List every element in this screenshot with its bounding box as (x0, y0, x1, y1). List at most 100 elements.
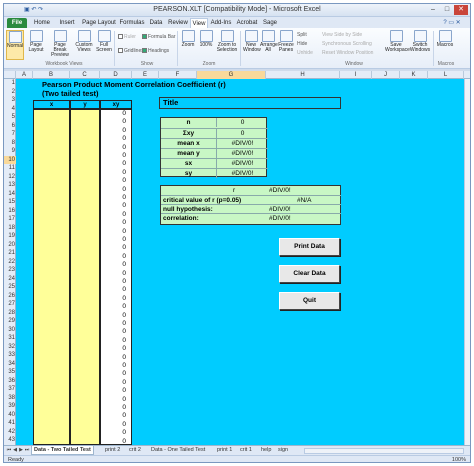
row-header[interactable]: 29 (4, 317, 16, 326)
column-header[interactable]: B (33, 71, 70, 79)
row-header[interactable]: 31 (4, 334, 16, 343)
row-header[interactable]: 28 (4, 309, 16, 318)
row-header[interactable]: 36 (4, 377, 16, 386)
maximize-button[interactable]: □ (440, 5, 454, 15)
sheet-tab-crit-2[interactable]: crit 2 (127, 446, 143, 455)
sheet-tab-crit-1[interactable]: crit 1 (238, 446, 254, 455)
tab-view[interactable]: View (190, 18, 208, 28)
title-box[interactable]: Title (159, 97, 341, 109)
custom-views-button[interactable]: Custom Views (74, 30, 94, 60)
row-header[interactable]: 35 (4, 368, 16, 377)
row-header[interactable]: 24 (4, 275, 16, 284)
arrange-all-button[interactable]: Arrange All (260, 30, 278, 60)
tab-sage[interactable]: Sage (262, 18, 278, 28)
row-header[interactable]: 11 (4, 164, 16, 173)
row-header[interactable]: 42 (4, 428, 16, 437)
tab-home[interactable]: Home (31, 18, 53, 28)
x-input-column[interactable] (33, 109, 70, 445)
close-button[interactable]: ✕ (454, 5, 468, 15)
row-header[interactable]: 18 (4, 224, 16, 233)
tab-file[interactable]: File (7, 18, 27, 28)
save-workspace-button[interactable]: Save Workspace (385, 30, 410, 60)
sheet-tab-data-one-tailed[interactable]: Data - One Tailed Test (149, 446, 207, 455)
synchronous-scrolling-button[interactable]: Synchronous Scrolling (322, 41, 372, 47)
row-header[interactable]: 1 (4, 79, 16, 88)
zoom-100-button[interactable]: 100% (198, 30, 214, 60)
column-header[interactable]: H (266, 71, 340, 79)
last-sheet-icon[interactable]: ⏭ (24, 447, 30, 454)
row-header[interactable]: 16 (4, 207, 16, 216)
zoom-button[interactable]: Zoom (180, 30, 196, 60)
row-header[interactable]: 7 (4, 130, 16, 139)
row-header[interactable]: 39 (4, 402, 16, 411)
tab-data[interactable]: Data (147, 18, 165, 28)
hide-button[interactable]: Hide (297, 41, 307, 47)
row-header[interactable]: 26 (4, 292, 16, 301)
page-break-preview-button[interactable]: Page Break Preview (47, 30, 73, 60)
select-all-corner[interactable] (4, 71, 16, 79)
gridlines-checkbox[interactable]: Gridlines (118, 48, 144, 54)
column-header[interactable]: G (197, 71, 266, 79)
row-header[interactable]: 37 (4, 385, 16, 394)
row-header[interactable]: 23 (4, 266, 16, 275)
freeze-panes-button[interactable]: Freeze Panes (277, 30, 295, 60)
sheet-tab-print-2[interactable]: print 2 (103, 446, 122, 455)
column-header[interactable]: L (428, 71, 464, 79)
macros-button[interactable]: Macros (436, 30, 454, 60)
zoom-to-selection-button[interactable]: Zoom to Selection (215, 30, 239, 60)
ruler-checkbox[interactable]: Ruler (118, 34, 136, 40)
row-header[interactable]: 25 (4, 283, 16, 292)
headings-checkbox[interactable]: Headings (142, 48, 169, 54)
view-side-by-side-button[interactable]: View Side by Side (322, 32, 362, 38)
tab-add-ins[interactable]: Add-Ins (210, 18, 232, 28)
normal-view-button[interactable]: Normal (6, 30, 24, 60)
column-header[interactable]: I (340, 71, 372, 79)
sheet-tab-help[interactable]: help (259, 446, 273, 455)
column-header[interactable]: D (100, 71, 132, 79)
new-window-button[interactable]: New Window (243, 30, 261, 60)
tab-acrobat[interactable]: Acrobat (234, 18, 260, 28)
row-header[interactable]: 34 (4, 360, 16, 369)
full-screen-button[interactable]: Full Screen (95, 30, 113, 60)
row-header[interactable]: 27 (4, 300, 16, 309)
tab-insert[interactable]: Insert (55, 18, 79, 28)
column-header[interactable]: E (132, 71, 159, 79)
print-data-button[interactable]: Print Data (279, 238, 340, 256)
row-header[interactable]: 2 (4, 88, 16, 97)
row-header[interactable]: 15 (4, 198, 16, 207)
row-header[interactable]: 10 (4, 155, 16, 164)
minimize-button[interactable]: – (426, 5, 440, 15)
tab-review[interactable]: Review (166, 18, 190, 28)
row-header[interactable]: 33 (4, 351, 16, 360)
tab-page-layout[interactable]: Page Layout (81, 18, 117, 28)
row-header[interactable]: 43 (4, 436, 16, 445)
sheet-tab-sign[interactable]: sign (276, 446, 290, 455)
sheet-tab-data-two-tailed[interactable]: Data - Two Tailed Test (31, 446, 94, 455)
row-header[interactable]: 41 (4, 419, 16, 428)
row-header[interactable]: 14 (4, 190, 16, 199)
clear-data-button[interactable]: Clear Data (279, 265, 340, 283)
sheet-tab-print-1[interactable]: print 1 (215, 446, 234, 455)
horizontal-scrollbar[interactable] (304, 448, 464, 454)
row-header[interactable]: 6 (4, 122, 16, 131)
split-button[interactable]: Split (297, 32, 307, 38)
row-header[interactable]: 19 (4, 232, 16, 241)
tab-formulas[interactable]: Formulas (118, 18, 146, 28)
row-header[interactable]: 8 (4, 139, 16, 148)
row-header[interactable]: 38 (4, 394, 16, 403)
row-header[interactable]: 17 (4, 215, 16, 224)
column-header[interactable]: K (400, 71, 428, 79)
row-header[interactable]: 21 (4, 249, 16, 258)
reset-window-position-button[interactable]: Reset Window Position (322, 50, 373, 56)
help-icon[interactable]: ? ▭ ✕ (438, 18, 466, 28)
row-header[interactable]: 20 (4, 241, 16, 250)
quit-button[interactable]: Quit (279, 292, 340, 310)
zoom-level[interactable]: 100% (452, 457, 466, 462)
row-header[interactable]: 3 (4, 96, 16, 105)
column-header[interactable]: J (372, 71, 400, 79)
row-header[interactable]: 5 (4, 113, 16, 122)
row-header[interactable]: 13 (4, 181, 16, 190)
row-header[interactable]: 12 (4, 173, 16, 182)
column-header[interactable]: A (16, 71, 33, 79)
vertical-scrollbar[interactable] (464, 79, 470, 445)
